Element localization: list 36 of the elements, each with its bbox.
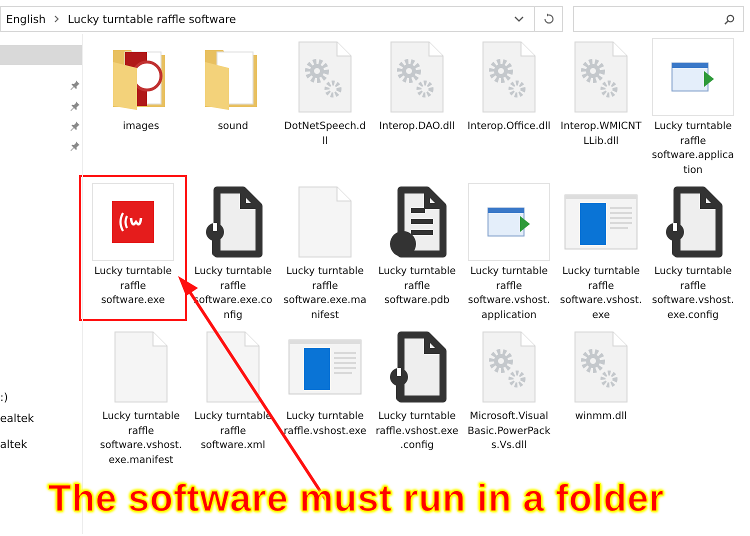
search-field[interactable] <box>573 6 744 32</box>
pin-icon[interactable] <box>70 101 80 111</box>
file-name[interactable]: Lucky turntable raffle software.exe <box>91 265 175 308</box>
file-name[interactable]: Lucky turntable raffle software.pdb <box>375 265 459 308</box>
pin-icon[interactable] <box>70 121 80 131</box>
file-name[interactable]: Lucky turntable raffle software.vshost.exe.config <box>651 265 735 323</box>
file-name[interactable]: Lucky turntable raffle software.exe.manifest <box>283 265 367 323</box>
file-name[interactable]: Interop.WMICNTLLib.dll <box>559 120 643 149</box>
chevron-icon <box>54 15 60 23</box>
search-icon <box>724 14 735 24</box>
file-name[interactable]: Lucky turntable raffle software.vshost.exe.manifest <box>99 410 183 468</box>
annotation-caption: The software must run in a folder <box>48 478 664 521</box>
file-name[interactable]: sound <box>191 120 275 134</box>
file-name[interactable]: Lucky turntable raffle.vshost.exe <box>283 410 367 439</box>
address-bar[interactable]: English Lucky turntable raffle software <box>0 6 535 32</box>
file-name[interactable]: Lucky turntable raffle software.application <box>651 120 735 178</box>
file-name[interactable]: Interop.Office.dll <box>467 120 551 134</box>
breadcrumb[interactable]: Lucky turntable raffle software <box>68 12 236 26</box>
breadcrumb[interactable]: English <box>6 12 46 26</box>
sidebar-item[interactable]: :) <box>0 391 8 404</box>
pin-icon[interactable] <box>70 141 80 151</box>
dropdown-icon[interactable] <box>514 16 524 22</box>
file-name[interactable]: DotNetSpeech.dll <box>283 120 367 149</box>
refresh-icon <box>542 13 554 25</box>
file-name[interactable]: Microsoft.VisualBasic.PowerPacks.Vs.dll <box>467 410 551 454</box>
file-name[interactable]: Interop.DAO.dll <box>375 120 459 134</box>
file-name[interactable]: Lucky turntable raffle software.xml <box>191 410 275 454</box>
file-name[interactable]: Lucky turntable raffle.vshost.exe.config <box>375 410 459 454</box>
sidebar-item[interactable]: altek <box>0 438 28 451</box>
pin-icon[interactable] <box>70 80 80 90</box>
file-name[interactable]: Lucky turntable raffle software.vshost.application <box>467 265 551 323</box>
file-name[interactable]: winmm.dll <box>559 410 643 424</box>
file-name[interactable]: Lucky turntable raffle software.vshost.exe <box>559 265 643 323</box>
file-name[interactable]: images <box>99 120 183 134</box>
sidebar-item[interactable]: ealtek <box>0 412 34 425</box>
refresh-button[interactable] <box>535 6 563 32</box>
